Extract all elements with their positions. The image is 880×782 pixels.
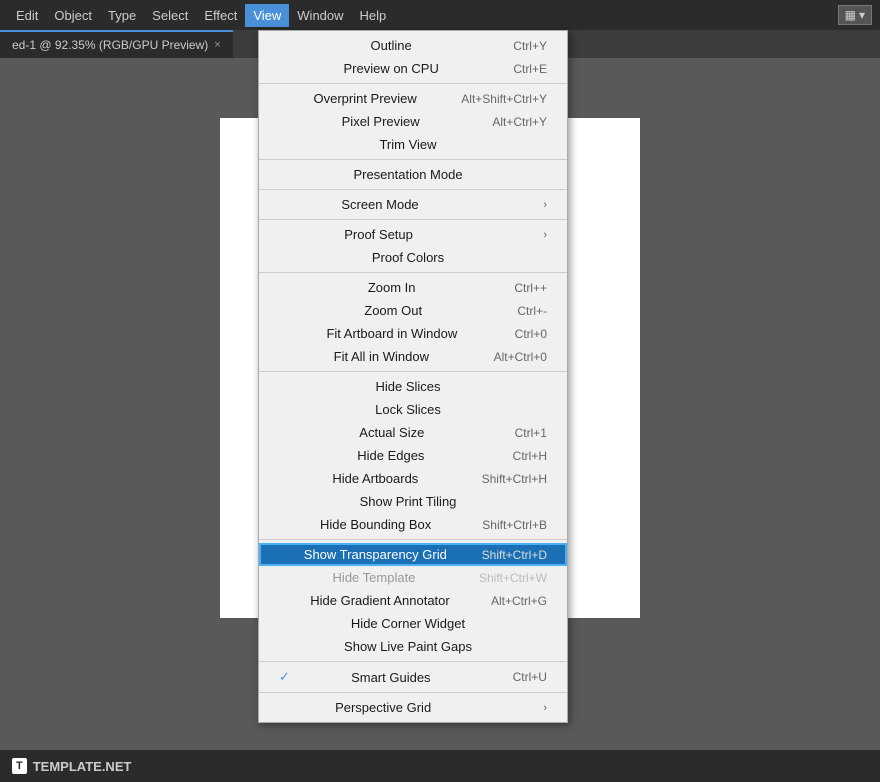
menu-item-hide-edges[interactable]: Hide Edges Ctrl+H bbox=[259, 444, 567, 467]
menu-item-print-tiling[interactable]: Show Print Tiling bbox=[259, 490, 567, 513]
menu-item-perspective-grid[interactable]: Perspective Grid › bbox=[259, 696, 567, 719]
menu-item-hide-artboards[interactable]: Hide Artboards Shift+Ctrl+H bbox=[259, 467, 567, 490]
menu-item-live-paint-gaps[interactable]: Show Live Paint Gaps bbox=[259, 635, 567, 658]
dropdown-overlay: Outline Ctrl+Y Preview on CPU Ctrl+E Ove… bbox=[0, 0, 880, 782]
separator-1 bbox=[259, 83, 567, 84]
menu-item-proof-setup[interactable]: Proof Setup › bbox=[259, 223, 567, 246]
separator-9 bbox=[259, 692, 567, 693]
arrow-icon-perspective: › bbox=[543, 702, 547, 714]
menu-item-bounding-box[interactable]: Hide Bounding Box Shift+Ctrl+B bbox=[259, 513, 567, 536]
menu-item-actual-size[interactable]: Actual Size Ctrl+1 bbox=[259, 421, 567, 444]
separator-4 bbox=[259, 219, 567, 220]
menu-item-pixel-preview[interactable]: Pixel Preview Alt+Ctrl+Y bbox=[259, 110, 567, 133]
menu-item-hide-template[interactable]: Hide Template Shift+Ctrl+W bbox=[259, 566, 567, 589]
menu-item-trim-view[interactable]: Trim View bbox=[259, 133, 567, 156]
separator-6 bbox=[259, 371, 567, 372]
separator-8 bbox=[259, 661, 567, 662]
menu-item-screen-mode[interactable]: Screen Mode › bbox=[259, 193, 567, 216]
separator-3 bbox=[259, 189, 567, 190]
menu-item-hide-slices[interactable]: Hide Slices bbox=[259, 375, 567, 398]
menu-item-outline[interactable]: Outline Ctrl+Y bbox=[259, 34, 567, 57]
menu-item-transparency-grid[interactable]: Show Transparency Grid Shift+Ctrl+D bbox=[259, 543, 567, 566]
checkmark-icon: ✓ bbox=[279, 669, 295, 685]
menu-item-fit-all[interactable]: Fit All in Window Alt+Ctrl+0 bbox=[259, 345, 567, 368]
menu-item-presentation[interactable]: Presentation Mode bbox=[259, 163, 567, 186]
menu-item-gradient-annotator[interactable]: Hide Gradient Annotator Alt+Ctrl+G bbox=[259, 589, 567, 612]
menu-item-proof-colors[interactable]: Proof Colors bbox=[259, 246, 567, 269]
menu-item-smart-guides[interactable]: ✓ Smart Guides Ctrl+U bbox=[259, 665, 567, 689]
menu-item-overprint[interactable]: Overprint Preview Alt+Shift+Ctrl+Y bbox=[259, 87, 567, 110]
menu-item-zoom-out[interactable]: Zoom Out Ctrl+- bbox=[259, 299, 567, 322]
menu-item-zoom-in[interactable]: Zoom In Ctrl++ bbox=[259, 276, 567, 299]
arrow-icon: › bbox=[543, 199, 547, 211]
menu-item-lock-slices[interactable]: Lock Slices bbox=[259, 398, 567, 421]
arrow-icon-proof: › bbox=[543, 229, 547, 241]
menu-item-fit-artboard[interactable]: Fit Artboard in Window Ctrl+0 bbox=[259, 322, 567, 345]
separator-5 bbox=[259, 272, 567, 273]
menu-item-corner-widget[interactable]: Hide Corner Widget bbox=[259, 612, 567, 635]
view-menu: Outline Ctrl+Y Preview on CPU Ctrl+E Ove… bbox=[258, 30, 568, 723]
separator-2 bbox=[259, 159, 567, 160]
menu-item-preview-cpu[interactable]: Preview on CPU Ctrl+E bbox=[259, 57, 567, 80]
separator-7 bbox=[259, 539, 567, 540]
